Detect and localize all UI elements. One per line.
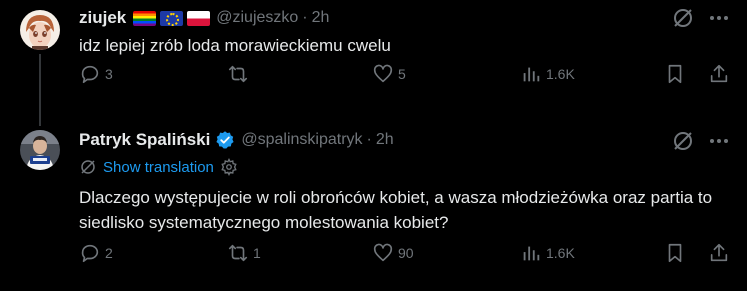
timestamp[interactable]: 2h bbox=[312, 9, 330, 27]
gear-icon[interactable] bbox=[220, 158, 238, 176]
avatar[interactable] bbox=[20, 10, 60, 50]
separator-dot: · bbox=[366, 131, 372, 148]
reply-button[interactable]: 3 bbox=[79, 63, 113, 85]
retweet-icon bbox=[228, 244, 248, 262]
author-name[interactable]: Patryk Spaliński bbox=[79, 130, 210, 150]
bookmark-button[interactable] bbox=[664, 242, 686, 264]
reply-count: 3 bbox=[105, 66, 113, 82]
views-button[interactable]: 1.6K bbox=[520, 242, 575, 264]
tweet-header: Patryk Spaliński @spalinskipatryk · 2h bbox=[79, 128, 394, 152]
tweet[interactable]: Patryk Spaliński @spalinskipatryk · 2h S… bbox=[0, 115, 747, 291]
views-icon bbox=[523, 246, 540, 261]
eu-flag-icon bbox=[160, 10, 184, 26]
verified-badge-icon[interactable] bbox=[215, 130, 235, 150]
retweet-icon bbox=[228, 65, 248, 83]
share-icon bbox=[710, 243, 728, 262]
avatar[interactable] bbox=[20, 130, 60, 170]
tweet-text: Dlaczego występujecie w roli obrońców ko… bbox=[79, 188, 713, 232]
separator-dot: · bbox=[302, 9, 308, 26]
show-translation-link[interactable]: Show translation bbox=[103, 159, 214, 176]
reply-button[interactable]: 2 bbox=[79, 242, 113, 264]
tweet-top-actions bbox=[671, 6, 728, 35]
reply-icon bbox=[81, 244, 99, 263]
views-count: 1.6K bbox=[546, 245, 575, 261]
share-icon bbox=[710, 64, 728, 83]
heart-icon bbox=[373, 243, 393, 262]
retweet-button[interactable]: 1 bbox=[227, 242, 261, 264]
more-options-icon[interactable] bbox=[707, 6, 731, 35]
poland-flag-icon bbox=[187, 10, 211, 26]
more-options-icon[interactable] bbox=[707, 129, 731, 158]
share-button[interactable] bbox=[708, 63, 730, 85]
views-count: 1.6K bbox=[546, 66, 575, 82]
tweet-text: idz lepiej zrób loda morawieckiemu cwelu bbox=[79, 36, 391, 55]
translation-row: Show translation bbox=[79, 158, 238, 176]
heart-icon bbox=[373, 64, 393, 83]
like-count: 90 bbox=[398, 245, 414, 261]
share-button[interactable] bbox=[708, 242, 730, 264]
views-button[interactable]: 1.6K bbox=[520, 63, 575, 85]
timestamp[interactable]: 2h bbox=[376, 131, 394, 149]
grok-icon[interactable] bbox=[671, 6, 695, 35]
name-flags bbox=[133, 10, 211, 26]
bookmark-icon bbox=[668, 243, 682, 263]
retweet-button[interactable] bbox=[227, 63, 253, 85]
views-icon bbox=[523, 67, 540, 82]
author-name[interactable]: ziujek bbox=[79, 8, 126, 28]
like-button[interactable]: 90 bbox=[372, 242, 414, 264]
rainbow-flag-icon bbox=[133, 10, 157, 26]
tweet-top-actions bbox=[671, 129, 728, 158]
author-handle[interactable]: @ziujeszko bbox=[216, 9, 298, 27]
like-count: 5 bbox=[398, 66, 406, 82]
reply-count: 2 bbox=[105, 245, 113, 261]
retweet-count: 1 bbox=[253, 245, 261, 261]
like-button[interactable]: 5 bbox=[372, 63, 406, 85]
translate-grok-icon bbox=[81, 160, 95, 174]
bookmark-button[interactable] bbox=[664, 63, 686, 85]
tweet[interactable]: ziujek @ziujeszko · 2h idz lepiej zrób l… bbox=[0, 0, 747, 126]
reply-icon bbox=[81, 65, 99, 84]
reply-thread: ziujek @ziujeszko · 2h idz lepiej zrób l… bbox=[0, 0, 747, 291]
bookmark-icon bbox=[668, 64, 682, 84]
grok-icon[interactable] bbox=[671, 129, 695, 158]
author-handle[interactable]: @spalinskipatryk bbox=[241, 131, 362, 149]
tweet-header: ziujek @ziujeszko · 2h bbox=[79, 7, 329, 29]
